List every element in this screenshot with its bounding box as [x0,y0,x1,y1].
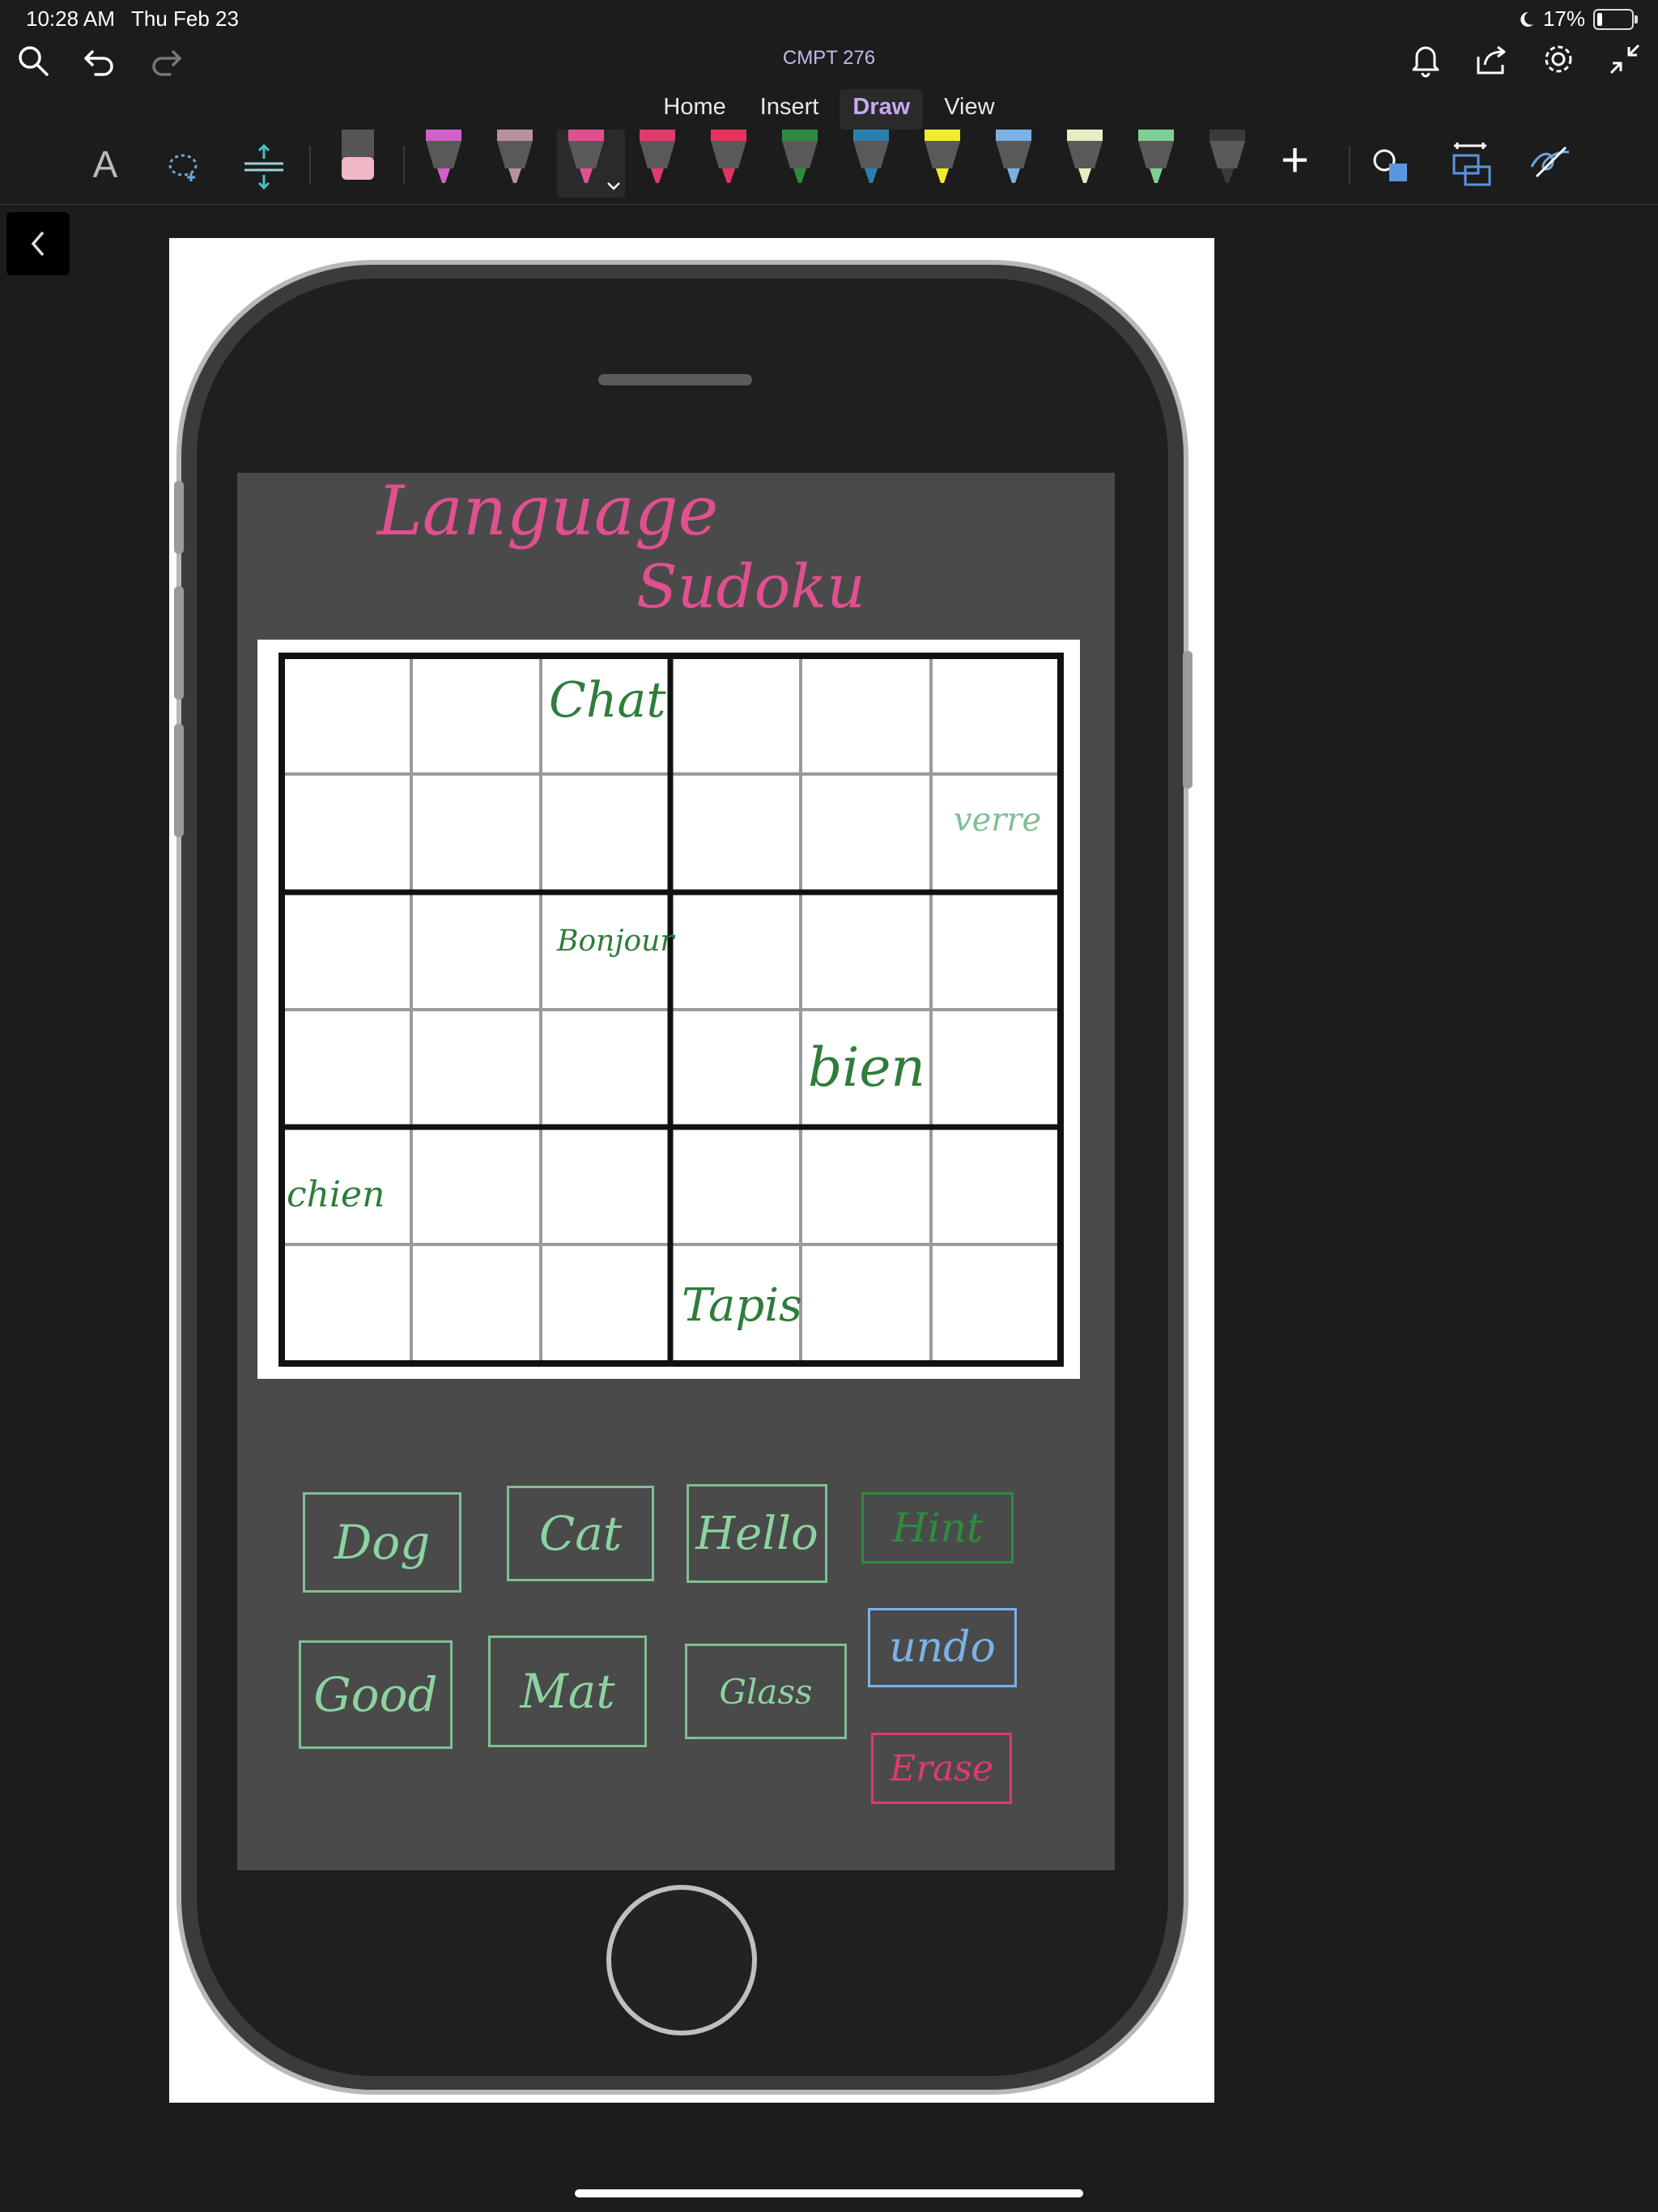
hint-button[interactable]: Hint [861,1492,1014,1563]
cell-word[interactable]: Tapis [682,1279,802,1332]
collapse-icon[interactable] [1606,40,1643,78]
status-time: 10:28 AM [26,6,115,31]
pen-2-icon[interactable] [492,130,538,188]
pen-8-icon[interactable] [920,130,965,188]
ribbon-tabs: Home Insert Draw View [0,89,1658,130]
convert-shape-icon[interactable] [1449,141,1494,189]
cell-word[interactable]: chien [287,1174,385,1215]
tab-view[interactable]: View [931,89,1007,130]
pen-1-icon[interactable] [421,130,466,188]
pen-11-icon[interactable] [1133,130,1179,188]
back-button[interactable] [6,212,70,275]
pen-9-icon[interactable] [991,130,1036,188]
pen-10-icon[interactable] [1062,130,1107,188]
home-indicator[interactable] [575,2189,1083,2197]
status-bar: 10:28 AM Thu Feb 23 17% [0,0,1658,39]
erase-button[interactable]: Erase [871,1733,1012,1804]
battery-percent: 17% [1542,6,1585,31]
gear-icon[interactable] [1540,40,1577,78]
text-tool-button[interactable]: A [89,143,121,186]
tab-home[interactable]: Home [650,89,738,130]
chevron-left-icon [31,231,45,257]
tab-draw[interactable]: Draw [840,89,924,130]
pen-6-icon[interactable] [777,130,823,188]
word-button-hello[interactable]: Hello [687,1484,827,1583]
pen-3-icon[interactable] [563,130,609,188]
bell-icon[interactable] [1407,40,1444,78]
add-space-icon[interactable] [241,143,287,191]
heading-sudoku: Sudoku [636,552,865,622]
moon-icon [1520,11,1533,27]
chevron-down-icon[interactable] [606,180,622,193]
status-date: Thu Feb 23 [131,6,239,31]
cell-word[interactable]: Bonjour [557,925,674,958]
battery-icon [1593,8,1638,30]
toolbar-divider [309,146,311,185]
lasso-select-icon[interactable] [165,149,204,186]
toolbar-divider [403,146,405,185]
pen-12-icon[interactable] [1205,130,1250,188]
tab-insert[interactable]: Insert [747,89,832,130]
undo-button[interactable]: undo [868,1608,1017,1687]
shapes-icon[interactable] [1371,146,1412,186]
toolbar-divider [1349,146,1350,185]
word-button-good[interactable]: Good [299,1640,453,1749]
ink-to-text-icon[interactable] [1528,143,1574,183]
word-button-cat[interactable]: Cat [507,1486,654,1581]
word-button-mat[interactable]: Mat [488,1636,647,1747]
eraser-icon[interactable] [340,130,376,183]
cell-word[interactable]: bien [808,1036,925,1099]
pen-7-icon[interactable] [848,130,894,188]
add-pen-button[interactable]: + [1281,136,1309,185]
sudoku-board: Chat verre Bonjour bien chien Tapis [257,640,1080,1379]
word-button-glass[interactable]: Glass [685,1644,847,1739]
sudoku-grid [278,653,1064,1367]
word-button-dog[interactable]: Dog [303,1492,461,1593]
cell-word[interactable]: Chat [549,672,665,729]
pen-4-icon[interactable] [635,130,680,188]
pen-5-icon[interactable] [706,130,751,188]
share-icon[interactable] [1473,40,1511,78]
cell-word[interactable]: verre [954,802,1041,839]
heading-language: Language [377,471,719,551]
status-right: 17% [1517,6,1638,32]
